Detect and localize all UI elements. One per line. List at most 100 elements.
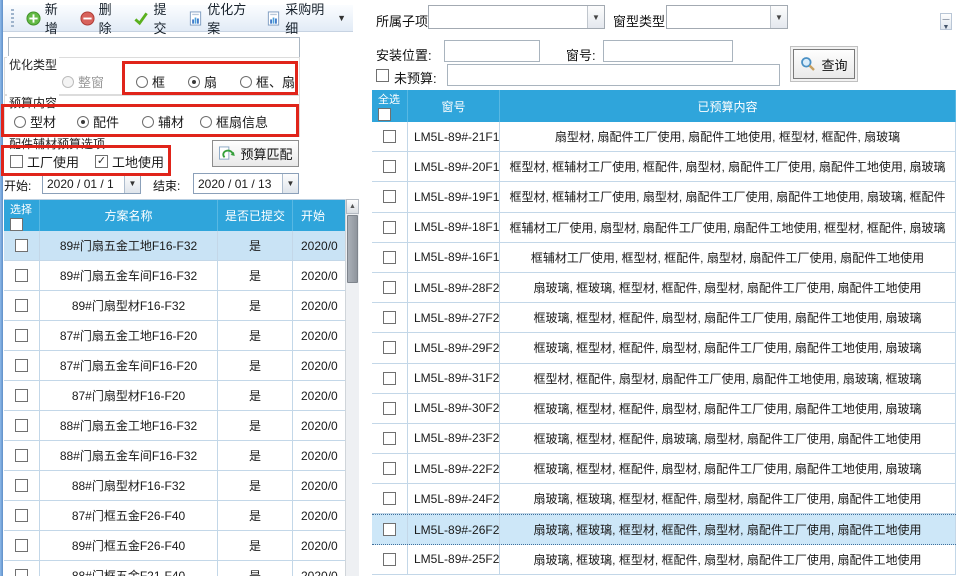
install-position-input[interactable]: [444, 40, 540, 62]
row-checkbox[interactable]: [383, 553, 396, 566]
plan-name-header[interactable]: 方案名称: [40, 200, 218, 231]
window-table-row[interactable]: LM5L-89#-20F18 框型材, 框辅材工厂使用, 框配件, 扇型材, 扇…: [372, 152, 956, 182]
chevron-down-icon[interactable]: ▼: [587, 6, 604, 28]
plan-table-row[interactable]: 89#门框五金F26-F40 是 2020/0: [4, 531, 359, 561]
radio-accessory[interactable]: 配件: [77, 112, 119, 131]
window-table-row[interactable]: LM5L-89#-29F27 框玻璃, 框型材, 框配件, 扇型材, 扇配件工厂…: [372, 333, 956, 363]
window-table-row[interactable]: LM5L-89#-25F23 扇玻璃, 框玻璃, 框型材, 框配件, 扇型材, …: [372, 545, 956, 575]
plan-table-row[interactable]: 87#门扇型材F16-F20 是 2020/0: [4, 381, 359, 411]
plan-table-row[interactable]: 88#门框五金F21-F40 是 2020/0: [4, 561, 359, 576]
row-checkbox[interactable]: [15, 299, 28, 312]
scroll-up-icon[interactable]: ▲: [346, 199, 359, 214]
plan-table-row[interactable]: 88#门扇五金车间F16-F32 是 2020/0: [4, 441, 359, 471]
row-checkbox[interactable]: [383, 462, 396, 475]
row-checkbox[interactable]: [15, 359, 28, 372]
plan-table-row[interactable]: 88#门扇型材F16-F32 是 2020/0: [4, 471, 359, 501]
window-table-row[interactable]: LM5L-89#-16F15 框辅材工厂使用, 框型材, 框配件, 扇型材, 扇…: [372, 243, 956, 273]
row-checkbox[interactable]: [383, 372, 396, 385]
row-checkbox[interactable]: [383, 341, 396, 354]
window-table-row[interactable]: LM5L-89#-21F19 扇型材, 扇配件工厂使用, 扇配件工地使用, 框型…: [372, 122, 956, 152]
row-checkbox[interactable]: [383, 311, 396, 324]
radio-label: 辅材: [158, 112, 184, 131]
chevron-down-icon[interactable]: ▼: [124, 174, 140, 193]
select-all-checkbox[interactable]: [378, 108, 391, 121]
row-checkbox[interactable]: [15, 479, 28, 492]
window-table-row[interactable]: LM5L-89#-18F16 框辅材工厂使用, 扇型材, 扇配件工厂使用, 扇配…: [372, 213, 956, 243]
window-table-row[interactable]: LM5L-89#-26F24 扇玻璃, 框玻璃, 框型材, 框配件, 扇型材, …: [372, 514, 956, 544]
radio-frame-sash[interactable]: 框、扇: [240, 72, 295, 91]
window-table-row[interactable]: LM5L-89#-24F22 扇玻璃, 框玻璃, 框型材, 框配件, 扇型材, …: [372, 484, 956, 514]
row-checkbox[interactable]: [383, 523, 396, 536]
checkbox-site-use[interactable]: ✓ 工地使用: [95, 152, 164, 171]
plan-table-row[interactable]: 89#门扇五金车间F16-F32 是 2020/0: [4, 261, 359, 291]
window-table-row[interactable]: LM5L-89#-27F25 框玻璃, 框型材, 框配件, 扇型材, 扇配件工厂…: [372, 303, 956, 333]
row-checkbox[interactable]: [15, 239, 28, 252]
budget-match-button[interactable]: 预算匹配: [212, 140, 299, 167]
window-no-header[interactable]: 窗号: [408, 90, 500, 122]
window-table-row[interactable]: LM5L-89#-19F17 框型材, 框辅材工厂使用, 扇型材, 扇配件工厂使…: [372, 182, 956, 212]
query-button[interactable]: 查询: [793, 49, 855, 79]
radio-whole-window[interactable]: 整窗: [62, 72, 104, 91]
unbudgeted-input[interactable]: [447, 64, 780, 86]
sub-item-select[interactable]: ▼: [428, 5, 605, 29]
window-table-row[interactable]: LM5L-89#-23F21 框玻璃, 框型材, 框配件, 扇玻璃, 扇型材, …: [372, 424, 956, 454]
window-table-row[interactable]: LM5L-89#-28F26 扇玻璃, 框玻璃, 框型材, 框配件, 扇型材, …: [372, 273, 956, 303]
row-checkbox[interactable]: [15, 569, 28, 576]
plan-submitted-header[interactable]: 是否已提交: [218, 200, 293, 231]
chevron-down-icon[interactable]: ▼: [770, 6, 787, 28]
budget-content-header[interactable]: 已预算内容: [500, 90, 956, 122]
window-table-row[interactable]: LM5L-89#-30F28 框玻璃, 框型材, 框配件, 扇型材, 扇配件工厂…: [372, 394, 956, 424]
scrollbar-thumb[interactable]: [347, 215, 358, 283]
plan-table-row[interactable]: 89#门扇五金工地F16-F32 是 2020/0: [4, 231, 359, 261]
window-type-value: [667, 6, 770, 28]
row-checkbox[interactable]: [15, 509, 28, 522]
row-checkbox[interactable]: [383, 251, 396, 264]
checkbox-factory-use[interactable]: 工厂使用: [10, 152, 79, 171]
optimize-plan-button[interactable]: 优化方案: [183, 0, 259, 39]
row-checkbox[interactable]: [15, 449, 28, 462]
chevron-down-icon[interactable]: ▼: [335, 13, 348, 23]
window-no-input[interactable]: [603, 40, 733, 62]
row-checkbox[interactable]: [383, 221, 396, 234]
radio-sash[interactable]: 扇: [188, 72, 217, 91]
window-table-row[interactable]: LM5L-89#-31F29 框型材, 框配件, 扇型材, 扇配件工厂使用, 扇…: [372, 364, 956, 394]
row-checkbox[interactable]: [383, 432, 396, 445]
row-checkbox[interactable]: [383, 160, 396, 173]
delete-button[interactable]: 删除: [75, 0, 127, 39]
chevron-down-icon[interactable]: ▼: [282, 174, 298, 193]
unbudgeted-checkbox[interactable]: [376, 69, 389, 82]
row-checkbox[interactable]: [383, 281, 396, 294]
plan-table-row[interactable]: 87#门扇五金车间F16-F20 是 2020/0: [4, 351, 359, 381]
plan-table-scrollbar[interactable]: ▲: [345, 199, 359, 576]
end-date-picker[interactable]: 2020 / 01 / 13 ▼: [193, 173, 299, 194]
row-checkbox[interactable]: [15, 269, 28, 282]
plan-table-row[interactable]: 89#门扇型材F16-F32 是 2020/0: [4, 291, 359, 321]
plan-filter-input[interactable]: [8, 37, 300, 58]
window-type-select[interactable]: ▼: [666, 5, 788, 29]
match-refresh-icon: [218, 146, 235, 161]
select-all-checkbox[interactable]: [10, 218, 23, 231]
radio-frame[interactable]: 框: [136, 72, 165, 91]
row-checkbox[interactable]: [383, 130, 396, 143]
row-checkbox[interactable]: [383, 402, 396, 415]
row-checkbox[interactable]: [15, 329, 28, 342]
radio-frame-sash-info[interactable]: 框扇信息: [200, 112, 268, 131]
toolbar-grip[interactable]: [11, 9, 14, 27]
row-checkbox[interactable]: [15, 419, 28, 432]
radio-profile[interactable]: 型材: [14, 112, 56, 131]
plan-table-row[interactable]: 87#门框五金F26-F40 是 2020/0: [4, 501, 359, 531]
plan-table-row[interactable]: 87#门扇五金工地F16-F20 是 2020/0: [4, 321, 359, 351]
row-checkbox[interactable]: [15, 539, 28, 552]
toolbar-overflow-button[interactable]: —▼: [940, 13, 952, 30]
submit-button[interactable]: 提交: [128, 0, 181, 39]
row-checkbox[interactable]: [383, 492, 396, 505]
radio-auxiliary[interactable]: 辅材: [142, 112, 184, 131]
start-date-picker[interactable]: 2020 / 01 / 1 ▼: [42, 173, 141, 194]
plan-submitted: 是: [218, 561, 293, 576]
plan-table-row[interactable]: 88#门扇五金工地F16-F32 是 2020/0: [4, 411, 359, 441]
row-checkbox[interactable]: [383, 190, 396, 203]
window-table-row[interactable]: LM5L-89#-22F20 框玻璃, 框型材, 框配件, 扇型材, 扇配件工厂…: [372, 454, 956, 484]
row-checkbox[interactable]: [15, 389, 28, 402]
add-button[interactable]: 新增: [21, 0, 73, 39]
purchase-detail-button[interactable]: 采购明细 ▼: [261, 0, 353, 39]
